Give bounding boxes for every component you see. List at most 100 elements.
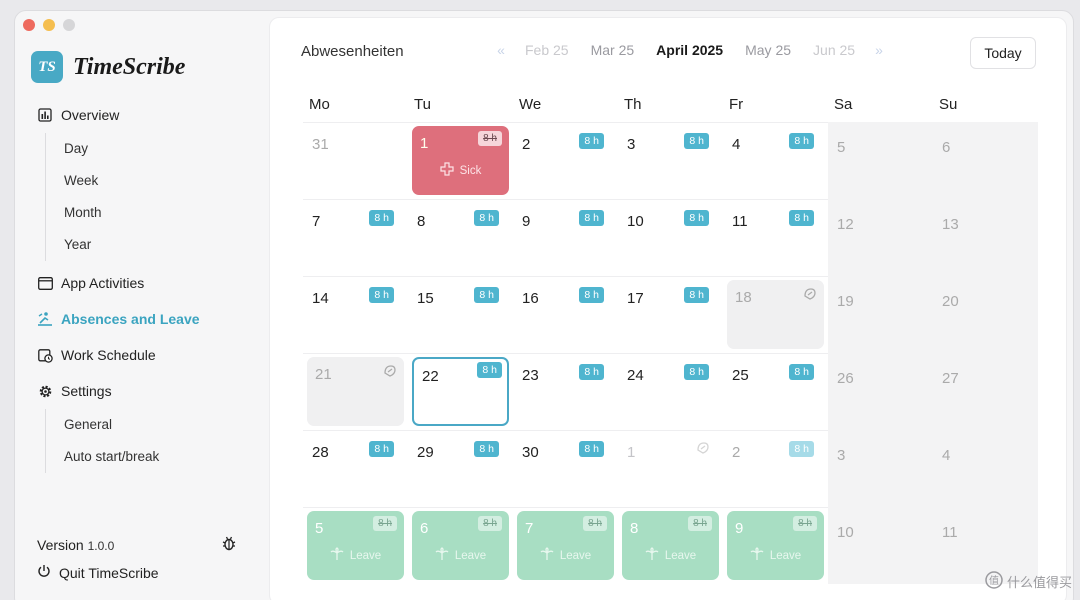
hours-badge: 8 h [474, 210, 499, 226]
quit-button[interactable]: Quit TimeScribe [37, 564, 237, 581]
leave-label-row: Leave [622, 547, 719, 564]
sidebar-item-settings[interactable]: Settings [37, 379, 257, 403]
sidebar-item-day[interactable]: Day [64, 133, 257, 165]
day-number: 10 [627, 213, 644, 230]
sidebar-item-general[interactable]: General [64, 409, 257, 441]
sidebar-item-year[interactable]: Year [64, 229, 257, 261]
day-cell[interactable]: 1 8 h Sick [408, 122, 513, 199]
day-number: 14 [312, 290, 329, 307]
hours-badge: 8 h [579, 210, 604, 226]
day-cell[interactable]: 4 [933, 430, 1038, 507]
holiday-card[interactable]: 18 [727, 280, 824, 349]
day-cell[interactable]: 13 [933, 199, 1038, 276]
day-cell[interactable]: 3 8 h [618, 122, 723, 199]
leave-card[interactable]: 7 8 h Leave [517, 511, 614, 580]
day-cell[interactable]: 3 [828, 430, 933, 507]
day-cell[interactable]: 7 8 h [303, 199, 408, 276]
month-jun[interactable]: Jun 25 [802, 42, 866, 58]
hours-badge: 8 h [579, 441, 604, 457]
day-cell[interactable]: 22 8 h [408, 353, 513, 430]
holiday-icon [695, 440, 711, 456]
day-number: 11 [732, 213, 748, 230]
day-cell[interactable]: 18 [723, 276, 828, 353]
month-current[interactable]: April 2025 [645, 42, 734, 58]
holiday-card[interactable]: 21 [307, 357, 404, 426]
today-card[interactable]: 22 8 h [412, 357, 509, 426]
weekday-fr: Fr [729, 96, 744, 113]
sidebar-footer: Version 1.0.0 Quit TimeScribe [37, 535, 237, 581]
month-navigation: « Feb 25 Mar 25 April 2025 May 25 Jun 25… [488, 42, 892, 58]
quit-label: Quit TimeScribe [59, 564, 159, 581]
day-cell[interactable]: 2 8 h [723, 430, 828, 507]
day-number: 5 [315, 520, 324, 537]
watermark-text: 什么值得买 [1006, 575, 1072, 590]
window-icon [37, 275, 53, 291]
sidebar-item-week[interactable]: Week [64, 165, 257, 197]
day-cell[interactable]: 10 8 h [618, 199, 723, 276]
day-number: 16 [522, 290, 539, 307]
day-number: 27 [942, 370, 959, 387]
day-cell[interactable]: 25 8 h [723, 353, 828, 430]
day-number: 26 [837, 370, 854, 387]
month-feb[interactable]: Feb 25 [514, 42, 580, 58]
day-cell[interactable]: 23 8 h [513, 353, 618, 430]
day-cell[interactable]: 5 8 h Leave [303, 507, 408, 584]
hours-badge: 8 h [579, 133, 604, 149]
day-cell[interactable]: 8 8 h [408, 199, 513, 276]
sidebar-item-absences[interactable]: Absences and Leave [37, 307, 257, 331]
bug-icon[interactable] [221, 535, 237, 554]
previous-month-icon[interactable]: « [488, 42, 514, 58]
leave-card[interactable]: 9 8 h Leave [727, 511, 824, 580]
day-cell[interactable]: 27 [933, 353, 1038, 430]
day-cell[interactable]: 20 [933, 276, 1038, 353]
day-number: 9 [735, 520, 744, 537]
day-cell[interactable]: 9 8 h Leave [723, 507, 828, 584]
hours-badge: 8 h [474, 287, 499, 303]
day-cell[interactable]: 6 [933, 122, 1038, 199]
day-cell[interactable]: 12 [828, 199, 933, 276]
sidebar-item-overview[interactable]: Overview [37, 103, 257, 127]
day-cell[interactable]: 21 [303, 353, 408, 430]
day-cell[interactable]: 11 8 h [723, 199, 828, 276]
sidebar-item-month[interactable]: Month [64, 197, 257, 229]
day-cell[interactable]: 14 8 h [303, 276, 408, 353]
day-cell[interactable]: 6 8 h Leave [408, 507, 513, 584]
day-cell[interactable]: 26 [828, 353, 933, 430]
sidebar-item-work-schedule[interactable]: Work Schedule [37, 343, 257, 367]
sidebar-item-label: Work Schedule [61, 347, 156, 363]
day-cell[interactable]: 10 [828, 507, 933, 584]
day-cell[interactable]: 19 [828, 276, 933, 353]
sidebar-item-label: Settings [61, 383, 112, 399]
sick-card[interactable]: 1 8 h Sick [412, 126, 509, 195]
month-may[interactable]: May 25 [734, 42, 802, 58]
day-cell[interactable]: 29 8 h [408, 430, 513, 507]
day-cell[interactable]: 8 8 h Leave [618, 507, 723, 584]
day-cell[interactable]: 2 8 h [513, 122, 618, 199]
day-cell[interactable]: 7 8 h Leave [513, 507, 618, 584]
day-cell[interactable]: 30 8 h [513, 430, 618, 507]
page-title: Abwesenheiten [301, 43, 404, 60]
leave-card[interactable]: 5 8 h Leave [307, 511, 404, 580]
day-cell[interactable]: 24 8 h [618, 353, 723, 430]
sidebar-item-app-activities[interactable]: App Activities [37, 271, 257, 295]
day-cell[interactable]: 31 [303, 122, 408, 199]
day-cell[interactable]: 1 [618, 430, 723, 507]
next-month-icon[interactable]: » [866, 42, 892, 58]
today-button[interactable]: Today [970, 37, 1036, 69]
day-number: 31 [312, 136, 329, 153]
leave-card[interactable]: 8 8 h Leave [622, 511, 719, 580]
sidebar-item-auto-start-break[interactable]: Auto start/break [64, 441, 257, 473]
day-cell[interactable]: 17 8 h [618, 276, 723, 353]
day-cell[interactable]: 15 8 h [408, 276, 513, 353]
day-cell[interactable]: 4 8 h [723, 122, 828, 199]
hours-badge: 8 h [789, 210, 814, 226]
day-cell[interactable]: 16 8 h [513, 276, 618, 353]
month-mar[interactable]: Mar 25 [580, 42, 646, 58]
leave-card[interactable]: 6 8 h Leave [412, 511, 509, 580]
hours-badge: 8 h [477, 362, 502, 378]
hours-badge: 8 h [684, 210, 709, 226]
day-cell[interactable]: 5 [828, 122, 933, 199]
hours-badge-struck: 8 h [688, 516, 712, 531]
day-cell[interactable]: 9 8 h [513, 199, 618, 276]
day-cell[interactable]: 28 8 h [303, 430, 408, 507]
